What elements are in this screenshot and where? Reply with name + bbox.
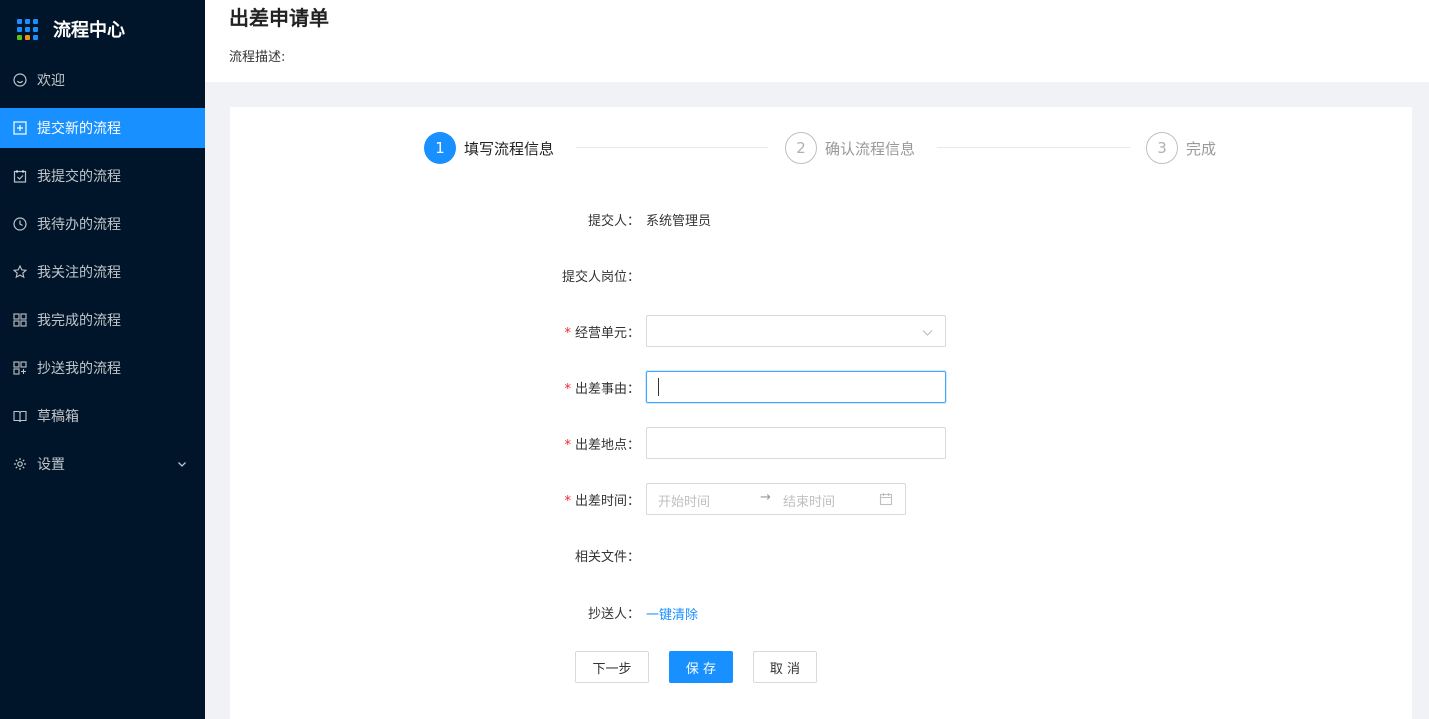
sidebar-item-label: 设置 xyxy=(37,457,65,473)
gear-icon xyxy=(13,457,27,471)
step-divider xyxy=(576,147,768,148)
time-label-text: 出差时间： xyxy=(574,494,640,509)
calendar-check-icon xyxy=(13,169,27,183)
form-row-unit: * 经营单元： xyxy=(530,315,1230,347)
location-label: * 出差地点： xyxy=(564,434,640,453)
location-input[interactable] xyxy=(646,427,946,459)
required-mark: * xyxy=(564,326,571,341)
form-row-submitter: 提交人： 系统管理员 xyxy=(530,203,1230,235)
sidebar-menu: 欢迎 提交新的流程 我提交的流程 我待办的流程 我关注的流程 我完成的流程 抄送… xyxy=(0,60,205,492)
clear-all-link[interactable]: 一键清除 xyxy=(646,604,698,623)
range-separator-arrow-icon: → xyxy=(760,490,771,505)
sidebar-item-label: 提交新的流程 xyxy=(37,121,121,137)
sidebar-item-new-process[interactable]: 提交新的流程 xyxy=(0,108,205,148)
step-2-circle: 2 xyxy=(785,132,817,164)
reason-label: * 出差事由： xyxy=(564,378,640,397)
cc-label: 抄送人： xyxy=(587,607,640,622)
sidebar-item-my-completed[interactable]: 我完成的流程 xyxy=(0,300,205,340)
sidebar-item-label: 我待办的流程 xyxy=(37,217,121,233)
sidebar-item-label: 我关注的流程 xyxy=(37,265,121,281)
position-label: 提交人岗位： xyxy=(561,270,640,285)
app-title: 流程中心 xyxy=(53,20,125,41)
sidebar-item-label: 抄送我的流程 xyxy=(37,361,121,377)
sidebar-item-welcome[interactable]: 欢迎 xyxy=(0,60,205,100)
unit-label: * 经营单元： xyxy=(564,322,640,341)
sidebar-item-my-todo[interactable]: 我待办的流程 xyxy=(0,204,205,244)
smile-icon xyxy=(13,73,27,87)
page-title: 出差申请单 xyxy=(229,6,329,30)
form-card: 1 填写流程信息 2 确认流程信息 3 完成 提交人： 系统管理员 提交人岗位：… xyxy=(230,107,1412,719)
unit-label-text: 经营单元： xyxy=(574,326,640,341)
form-row-cc: 抄送人： 一键清除 xyxy=(530,596,1230,628)
form-row-position: 提交人岗位： xyxy=(530,259,1230,291)
date-range-picker[interactable]: 开始时间 → 结束时间 xyxy=(646,483,906,515)
next-step-button[interactable]: 下一步 xyxy=(575,651,649,683)
form-row-time: * 出差时间： 开始时间 → 结束时间 xyxy=(530,483,1230,515)
text-caret xyxy=(658,378,659,396)
submitter-label: 提交人： xyxy=(587,214,640,229)
book-icon xyxy=(13,409,27,423)
step-1-label: 填写流程信息 xyxy=(464,140,555,158)
plus-square-icon xyxy=(13,121,27,135)
sidebar-item-label: 欢迎 xyxy=(37,73,65,89)
logo: 流程中心 xyxy=(0,0,205,58)
sidebar-item-cc-me[interactable]: 抄送我的流程 xyxy=(0,348,205,388)
cancel-button[interactable]: 取 消 xyxy=(753,651,817,683)
files-label: 相关文件： xyxy=(574,550,640,565)
chevron-down-icon xyxy=(177,457,187,473)
calendar-icon xyxy=(879,492,893,510)
step-3-label: 完成 xyxy=(1186,140,1217,158)
step-3-circle: 3 xyxy=(1146,132,1178,164)
apps-grid-icon xyxy=(17,18,38,40)
step-1-circle: 1 xyxy=(424,132,456,164)
form-row-reason: * 出差事由： xyxy=(530,371,1230,403)
time-label: * 出差时间： xyxy=(564,490,640,509)
page-description: 流程描述: xyxy=(229,50,286,65)
clock-icon xyxy=(13,217,27,231)
step-divider xyxy=(937,147,1130,148)
sidebar-item-settings[interactable]: 设置 xyxy=(0,444,205,484)
form-row-location: * 出差地点： xyxy=(530,427,1230,459)
location-label-text: 出差地点： xyxy=(574,438,640,453)
sidebar-item-my-submitted[interactable]: 我提交的流程 xyxy=(0,156,205,196)
required-mark: * xyxy=(564,494,571,509)
step-2-label: 确认流程信息 xyxy=(825,140,916,158)
reason-label-text: 出差事由： xyxy=(574,382,640,397)
business-unit-select[interactable] xyxy=(646,315,946,347)
appstore-icon xyxy=(13,313,27,327)
copy-icon xyxy=(13,361,27,375)
save-button[interactable]: 保 存 xyxy=(669,651,733,683)
sidebar-item-drafts[interactable]: 草稿箱 xyxy=(0,396,205,436)
star-icon xyxy=(13,265,27,279)
start-date-input[interactable]: 开始时间 xyxy=(658,491,710,510)
sidebar-item-label: 我提交的流程 xyxy=(37,169,121,185)
required-mark: * xyxy=(564,382,571,397)
chevron-down-icon xyxy=(922,326,933,342)
page-header: 出差申请单 流程描述: xyxy=(205,0,1429,82)
sidebar-item-label: 我完成的流程 xyxy=(37,313,121,329)
form-row-files: 相关文件： xyxy=(530,539,1230,571)
sidebar-item-my-followed[interactable]: 我关注的流程 xyxy=(0,252,205,292)
sidebar: 流程中心 欢迎 提交新的流程 我提交的流程 我待办的流程 我关注的流程 我完成的… xyxy=(0,0,205,719)
end-date-input[interactable]: 结束时间 xyxy=(783,491,835,510)
required-mark: * xyxy=(564,438,571,453)
submitter-value: 系统管理员 xyxy=(646,214,712,229)
steps: 1 填写流程信息 2 确认流程信息 3 完成 xyxy=(424,132,1224,164)
sidebar-item-label: 草稿箱 xyxy=(37,409,79,425)
reason-input[interactable] xyxy=(646,371,946,403)
